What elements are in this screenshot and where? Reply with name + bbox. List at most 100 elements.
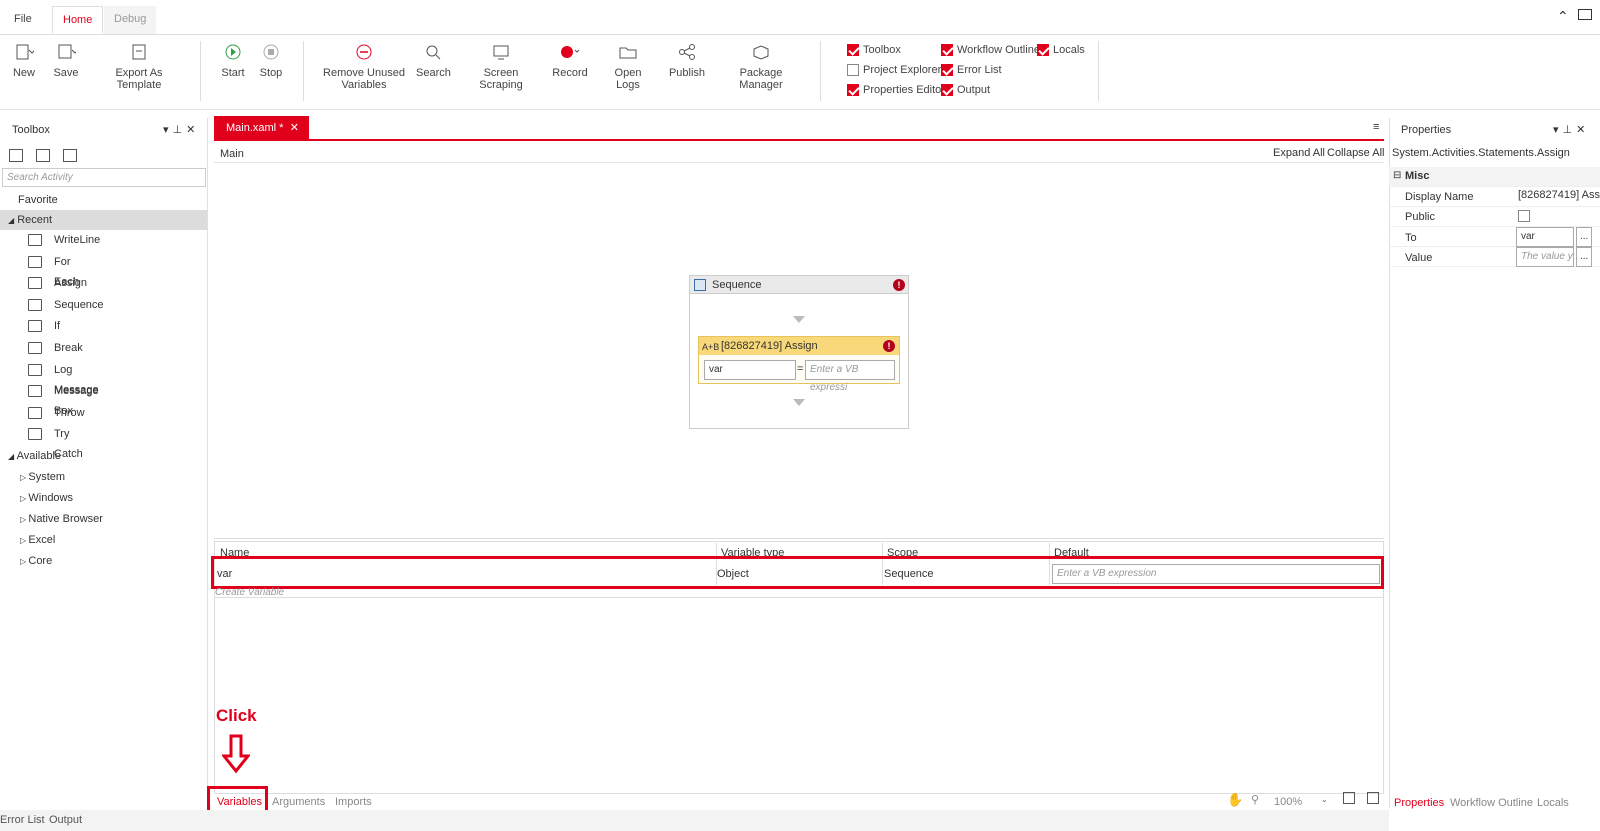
toolbox-group-system[interactable]: ▷ System — [20, 467, 65, 487]
tab-home[interactable]: Home — [52, 6, 104, 34]
toolbox-title: Toolbox — [12, 124, 50, 136]
remove-unused-label-1: Remove Unused — [323, 67, 405, 79]
feedback-icon[interactable] — [1578, 9, 1592, 20]
toggle-toolbox[interactable]: Toolbox — [847, 43, 901, 57]
toolbox-favorite[interactable]: Favorite — [18, 190, 58, 210]
remove-icon — [322, 43, 406, 61]
toolbox-group-windows[interactable]: ▷ Windows — [20, 488, 73, 508]
toolbox-search-input[interactable]: Search Activity — [2, 168, 206, 187]
toolbox-group-native-browser[interactable]: ▷ Native Browser — [20, 509, 103, 529]
screen-scraping-button[interactable]: Screen Scraping — [464, 43, 538, 91]
zoom-dropdown-icon[interactable]: ⌄ — [1321, 795, 1328, 804]
close-tab-icon[interactable]: ✕ — [290, 116, 299, 140]
properties-title: Properties — [1401, 124, 1452, 136]
toggle-workflow-outline[interactable]: Workflow Outline — [941, 43, 1040, 57]
activity-icon — [28, 234, 42, 246]
toolbox-window-controls[interactable]: ▾⊥✕ — [163, 123, 199, 136]
list-view-icon[interactable] — [63, 149, 77, 162]
properties-window-controls[interactable]: ▾⊥✕ — [1553, 123, 1589, 136]
record-label: Record — [552, 67, 588, 79]
new-button[interactable]: New — [10, 43, 38, 79]
prop-display-name-value[interactable]: [826827419] Assi — [1518, 189, 1600, 201]
tab-error-list[interactable]: Error List — [0, 814, 45, 826]
toggle-properties-editor[interactable]: Properties Editor — [847, 83, 945, 97]
tab-properties[interactable]: Properties — [1394, 797, 1444, 809]
collapse-all-icon[interactable] — [36, 149, 50, 162]
assign-value-input[interactable]: Enter a VB expressi — [805, 360, 895, 393]
prop-value-label: Value — [1405, 252, 1433, 264]
prop-public-label: Public — [1405, 211, 1435, 223]
remove-unused-variables-button[interactable]: Remove Unused Variables — [322, 43, 406, 91]
collapse-category-icon[interactable]: ⊟ — [1393, 170, 1401, 181]
tab-debug[interactable]: Debug — [104, 6, 157, 34]
pan-hand-icon[interactable]: ✋ — [1227, 792, 1243, 808]
record-button[interactable]: Record — [552, 43, 588, 79]
properties-category[interactable]: ⊟ Misc — [1389, 167, 1600, 187]
fit-screen-icon[interactable] — [1343, 792, 1355, 804]
toggle-output-label: Output — [957, 84, 991, 96]
overview-icon[interactable] — [1367, 792, 1379, 804]
toolbox-recent-group[interactable]: ◢ Recent — [0, 210, 207, 230]
screen-scraping-icon — [464, 43, 538, 61]
expand-all-link[interactable]: Expand All — [1273, 147, 1325, 159]
search-button[interactable]: Search — [416, 43, 451, 79]
toggle-properties-editor-label: Properties Editor — [863, 84, 945, 96]
tab-output[interactable]: Output — [49, 814, 82, 826]
prop-to-ellipsis-button[interactable]: ... — [1576, 227, 1592, 247]
prop-public-checkbox[interactable] — [1518, 210, 1530, 222]
toolbox-group-excel[interactable]: ▷ Excel — [20, 530, 55, 550]
ribbon-tabbar: File Home Debug ⌃ — [0, 0, 1600, 34]
toolbox-group-label: Windows — [28, 492, 73, 504]
export-as-template-button[interactable]: Export As Template — [94, 43, 184, 91]
tab-locals[interactable]: Locals — [1537, 797, 1569, 809]
activity-icon — [28, 406, 42, 419]
toolbox-available-group[interactable]: ◢ Available — [8, 446, 61, 466]
new-label: New — [12, 67, 35, 79]
checkbox-checked-icon — [1037, 44, 1049, 56]
checkbox-checked-icon — [941, 64, 953, 76]
activity-icon — [28, 385, 42, 398]
zoom-icon[interactable]: ⚲ — [1251, 793, 1259, 806]
publish-label: Publish — [668, 67, 706, 79]
toggle-project-explorer[interactable]: Project Explorer — [847, 63, 941, 77]
package-manager-button[interactable]: Package Manager — [720, 43, 802, 91]
collapse-all-link[interactable]: Collapse All — [1327, 147, 1384, 159]
prop-value-ellipsis-button[interactable]: ... — [1576, 247, 1592, 267]
toggle-error-list[interactable]: Error List — [941, 63, 1002, 77]
toolbox-item-label: Assign — [54, 277, 88, 290]
tab-main-xaml-label: Main.xaml * — [226, 122, 284, 134]
prop-to-input[interactable]: var — [1516, 227, 1574, 247]
open-logs-label: Open Logs — [614, 67, 642, 91]
stop-button[interactable]: Stop — [256, 43, 286, 79]
tab-file[interactable]: File — [4, 6, 42, 34]
search-icon — [416, 43, 450, 61]
tab-variables[interactable]: Variables — [217, 796, 262, 808]
expand-all-icon[interactable] — [9, 149, 23, 162]
prop-value-input[interactable]: The value y — [1516, 247, 1574, 267]
screen-scraping-label: Screen Scraping — [479, 67, 523, 91]
assign-to-input[interactable]: var — [704, 360, 796, 380]
toggle-output[interactable]: Output — [941, 83, 990, 97]
tab-main-xaml[interactable]: Main.xaml * ✕ — [214, 116, 309, 140]
zoom-level[interactable]: 100% — [1274, 796, 1302, 808]
tab-imports[interactable]: Imports — [335, 796, 372, 808]
save-button[interactable]: Save — [52, 43, 80, 79]
activity-icon — [28, 277, 42, 290]
tab-arguments[interactable]: Arguments — [272, 796, 325, 808]
tab-workflow-outline[interactable]: Workflow Outline — [1450, 797, 1533, 809]
error-icon: ! — [893, 279, 905, 291]
tab-overflow-icon[interactable]: ≡ — [1373, 121, 1379, 133]
collapse-ribbon-icon[interactable]: ⌃ — [1557, 8, 1569, 25]
toolbox-group-label: Excel — [28, 534, 56, 546]
toolbox-recent-label: Recent — [17, 214, 53, 226]
open-logs-button[interactable]: Open Logs — [602, 43, 654, 91]
start-button[interactable]: Start — [218, 43, 248, 79]
toolbox-item-label: Throw — [54, 406, 85, 419]
prop-to-label: To — [1405, 232, 1417, 244]
breadcrumb[interactable]: Main — [220, 148, 244, 160]
toggle-workflow-outline-label: Workflow Outline — [957, 44, 1040, 56]
toolbox-item-label: Sequence — [54, 298, 104, 311]
toolbox-group-core[interactable]: ▷ Core — [20, 551, 52, 571]
publish-button[interactable]: Publish — [668, 43, 706, 79]
toggle-locals[interactable]: Locals — [1037, 43, 1085, 57]
